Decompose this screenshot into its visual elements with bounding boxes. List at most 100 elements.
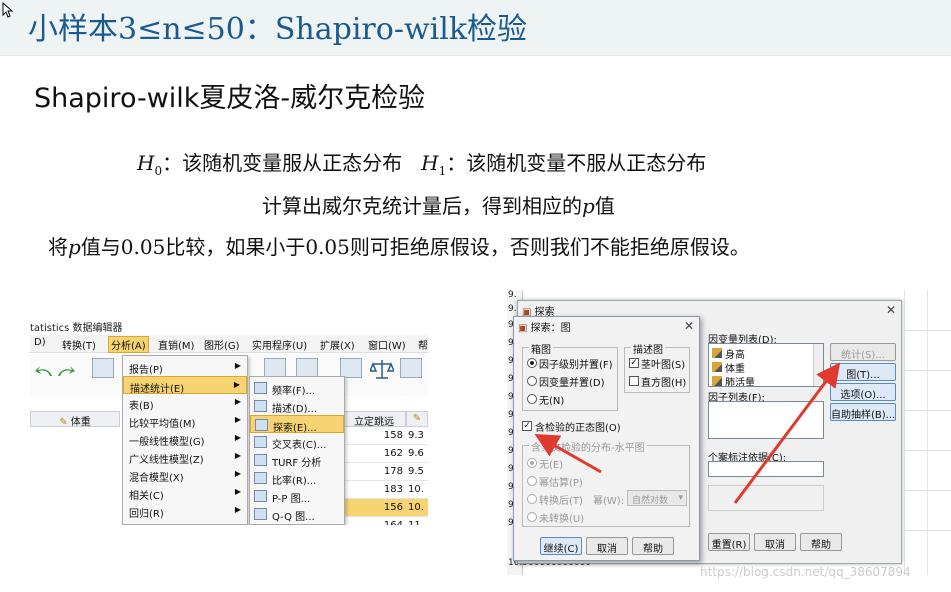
menu-item-compare-means[interactable]: 比较平均值(M) ▶ [123,412,247,430]
menu-item-turf[interactable]: TURF 分析 [250,451,344,469]
close-icon[interactable]: ✕ [684,319,694,333]
histogram-checkbox[interactable] [629,376,639,386]
statistics-button[interactable]: 统计(S)... [830,343,896,361]
grid-icon[interactable] [400,358,422,378]
table-cell[interactable]: 10. [406,499,428,517]
list-item[interactable]: 身高 [725,346,745,361]
menu-item-pp-plot[interactable]: P-P 图... [250,487,344,505]
chevron-right-icon: ▶ [234,505,241,514]
radio-none[interactable] [527,394,537,404]
table-cell[interactable]: 158 [342,427,406,445]
display-group [708,485,824,511]
grid-line [905,410,951,411]
reset-button[interactable]: 重置(R) [708,533,750,551]
table-icon[interactable] [340,358,362,378]
normality-plots-checkbox[interactable]: ✓ [522,421,532,431]
undo-icon[interactable] [34,364,54,378]
menu-item-descriptives[interactable]: 描述(D)... [250,397,344,415]
bootstrap-button[interactable]: 自助抽样(B)... [830,403,896,421]
table-cell[interactable]: 9.5 [406,463,428,481]
h1-symbol: H [421,151,439,175]
menu-item-reports[interactable]: 报告(P) ▶ [123,358,247,376]
boxplot-group-title: 箱图 [529,341,553,356]
menu-item-crosstabs[interactable]: 交叉表(C)... [250,433,344,451]
menu-direct-marketing[interactable]: 直销(M) [158,337,194,352]
table-cell[interactable]: 183 [342,481,406,499]
table-cell[interactable]: 9.6 [406,445,428,463]
variable-icon[interactable] [264,358,286,378]
radio-spread-none[interactable] [527,458,537,468]
radio-power-estimation[interactable] [527,476,537,486]
list-item[interactable]: 肺活量 [725,374,755,386]
plots-button[interactable]: 图(T)... [830,363,896,381]
menu-graphs[interactable]: 图形(G) [204,337,240,352]
descriptive-group: 描述图 ✓ 茎叶图(S) 直方图(H) [624,341,690,393]
menu-item-tables[interactable]: 表(B) ▶ [123,394,247,412]
watermark-url: https://blog.csdn.net/qq_38607894 [700,565,911,579]
grid-line [905,330,951,331]
table-cell[interactable]: 10. [406,481,428,499]
cancel-button[interactable]: 取消 [586,537,628,555]
radio-untransformed[interactable] [527,512,537,522]
menu-item-descriptive-statistics[interactable]: 描述统计(E) ▶ [123,376,247,395]
scale-variable-icon [712,348,722,358]
table-cell[interactable]: 156 [342,499,406,517]
table-cell[interactable]: 164 [342,517,406,525]
factor-list[interactable] [708,401,824,439]
table-cell[interactable]: 9.3 [406,427,428,445]
menu-transform[interactable]: 转换(T) [62,337,96,352]
menu-item-correlate[interactable]: 相关(C) ▶ [123,484,247,502]
power-select[interactable]: 自然对数 ▾ [627,490,687,506]
list-item[interactable]: 体重 [725,360,745,375]
continue-button[interactable]: 继续(C) [540,537,582,555]
options-button[interactable]: 选项(O)... [830,383,896,401]
menu-item-ratio[interactable]: 比率(R)... [250,469,344,487]
dependent-list[interactable]: 身高 体重 肺活量 [708,343,824,387]
menu-item-generalized-linear[interactable]: 广义线性模型(Z) ▶ [123,448,247,466]
normality-plots-label: 含检验的正态图(O) [535,423,621,434]
analyze-menu: 报告(P) ▶ 描述统计(E) ▶ 表(B) ▶ 比较平均值(M) ▶ 一般线性模型(G… [122,355,248,525]
qq-plot-icon [254,508,267,520]
table-cell[interactable]: 178 [342,463,406,481]
menu-item-regression[interactable]: 回归(R) ▶ [123,502,247,520]
menu-data[interactable]: D) [34,337,46,348]
radio-dependents-together[interactable] [527,376,537,386]
case-label-field[interactable] [708,461,824,477]
redo-icon[interactable] [56,364,76,378]
column-header-long-jump[interactable]: 立定跳远 [342,411,406,428]
column-header-weight[interactable]: ✎ 体重 [30,411,120,428]
option-label: 未转换(U) [539,514,585,525]
table-cell[interactable]: 11 [406,517,428,525]
menu-window[interactable]: 窗口(W) [368,337,406,352]
close-icon[interactable]: ✕ [886,303,896,317]
list-scrollbar[interactable] [813,344,823,386]
dialog-title-text: 探索：图 [530,323,571,334]
p-symbol: p [68,235,81,259]
stem-leaf-checkbox[interactable]: ✓ [629,358,639,368]
menu-utilities[interactable]: 实用程序(U) [252,337,307,352]
data-view-icon[interactable] [92,358,114,378]
menu-extensions[interactable]: 扩展(X) [320,337,355,352]
menu-item-explore[interactable]: 探索(E)... [250,415,344,434]
menu-item-frequencies[interactable]: 频率(F)... [250,379,344,397]
cancel-button[interactable]: 取消 [754,533,796,551]
menu-item-mixed-models[interactable]: 混合模型(X) ▶ [123,466,247,484]
column-header-next[interactable]: ✎ [406,411,428,427]
help-button[interactable]: 帮助 [632,537,674,555]
radio-transformed[interactable] [527,494,537,504]
option-label: 因子级别并置(F) [539,360,613,371]
radio-factor-levels[interactable] [527,358,537,368]
menu-item-glm[interactable]: 一般线性模型(G) ▶ [123,430,247,448]
balance-scale-icon[interactable] [370,358,394,380]
frequencies-icon [254,382,267,394]
menu-help[interactable]: 帮 [418,337,428,352]
help-button[interactable]: 帮助 [800,533,842,551]
menu-item-qq-plot[interactable]: Q-Q 图... [250,505,344,523]
menu-analyze[interactable]: 分析(A) [108,336,149,353]
slide-title: 小样本3≤n≤50：Shapiro-wilk检验 [28,12,527,47]
crosstabs-icon [254,436,267,448]
spss-menu-screenshot: tatistics 数据编辑器 D) 转换(T) 分析(A) 直销(M) 图形(… [30,315,428,525]
table-cell[interactable]: 162 [342,445,406,463]
menu-item-label: 混合模型(X) [129,473,184,484]
chart-icon[interactable] [296,358,318,378]
